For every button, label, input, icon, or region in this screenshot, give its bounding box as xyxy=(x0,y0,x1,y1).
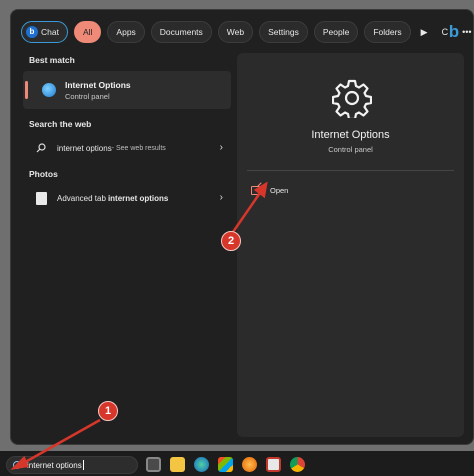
bing-logo-icon[interactable]: b xyxy=(445,23,463,41)
filter-settings-label: Settings xyxy=(268,27,299,37)
results-list: Best match Internet Options Control pane… xyxy=(23,55,231,219)
start-search-panel: b Chat All Apps Documents Web Settings P… xyxy=(10,9,474,445)
filter-web-label: Web xyxy=(226,27,245,37)
filter-documents-label: Documents xyxy=(159,27,203,37)
image-file-icon xyxy=(33,190,49,206)
taskbar-search-text: internet options xyxy=(27,460,82,470)
internet-options-icon xyxy=(41,82,57,98)
best-match-title: Internet Options xyxy=(65,79,131,90)
preview-title: Internet Options xyxy=(311,129,390,141)
web-query-text: internet options xyxy=(57,143,112,153)
search-icon xyxy=(33,140,49,156)
firefox-icon[interactable] xyxy=(242,457,257,472)
bing-chat-icon: b xyxy=(26,26,38,38)
open-external-icon xyxy=(251,185,260,195)
chevron-right-icon[interactable]: › xyxy=(220,192,223,203)
filter-chat[interactable]: b Chat xyxy=(21,21,68,43)
file-explorer-icon[interactable] xyxy=(170,457,185,472)
gear-icon xyxy=(332,79,372,118)
web-result-item[interactable]: internet options - See web results › xyxy=(23,135,231,161)
photo-bold-text: internet options xyxy=(107,193,169,203)
taskbar-search-input[interactable]: internet options xyxy=(6,456,138,474)
filter-people[interactable]: People xyxy=(313,21,359,43)
app-icon[interactable] xyxy=(266,457,281,472)
search-web-header: Search the web xyxy=(29,119,92,129)
filter-apps-label: Apps xyxy=(116,27,136,37)
taskbar-apps xyxy=(146,457,305,472)
annotation-badge-1: 1 xyxy=(98,401,118,421)
filter-documents[interactable]: Documents xyxy=(150,21,212,43)
chrome-icon[interactable] xyxy=(290,457,305,472)
filter-folders[interactable]: Folders xyxy=(364,21,411,43)
store-icon[interactable] xyxy=(218,457,233,472)
filter-apps[interactable]: Apps xyxy=(107,21,145,43)
filter-all[interactable]: All xyxy=(73,21,102,43)
photos-header: Photos xyxy=(29,169,58,179)
filter-all-label: All xyxy=(82,27,93,37)
preview-pane: Internet Options Control panel Open xyxy=(237,53,464,437)
filter-web[interactable]: Web xyxy=(217,21,254,43)
divider xyxy=(247,170,454,171)
best-match-subtitle: Control panel xyxy=(65,91,110,101)
web-suffix-text: - See web results xyxy=(111,144,166,152)
play-more-filters-icon[interactable]: ▶ xyxy=(417,21,432,43)
filter-people-label: People xyxy=(322,27,350,37)
filter-settings[interactable]: Settings xyxy=(259,21,308,43)
text-caret xyxy=(82,460,84,470)
annotation-badge-2: 2 xyxy=(221,231,241,251)
taskbar: internet options xyxy=(0,451,474,476)
photo-prefix-text: Advanced tab xyxy=(57,193,106,203)
filter-folders-label: Folders xyxy=(373,27,402,37)
task-view-icon[interactable] xyxy=(146,457,161,472)
photo-result-item[interactable]: Advanced tab internet options › xyxy=(23,185,231,211)
open-label: Open xyxy=(270,185,289,195)
filter-bar: b Chat All Apps Documents Web Settings P… xyxy=(21,21,472,43)
search-icon xyxy=(13,461,21,469)
preview-subtitle: Control panel xyxy=(328,145,373,154)
best-match-header: Best match xyxy=(29,55,75,65)
chevron-right-icon[interactable]: › xyxy=(220,142,223,153)
best-match-item[interactable]: Internet Options Control panel xyxy=(23,71,231,109)
open-action[interactable]: Open xyxy=(251,182,288,198)
filter-chat-label: Chat xyxy=(41,27,59,37)
selection-accent xyxy=(25,81,28,99)
edge-icon[interactable] xyxy=(194,457,209,472)
